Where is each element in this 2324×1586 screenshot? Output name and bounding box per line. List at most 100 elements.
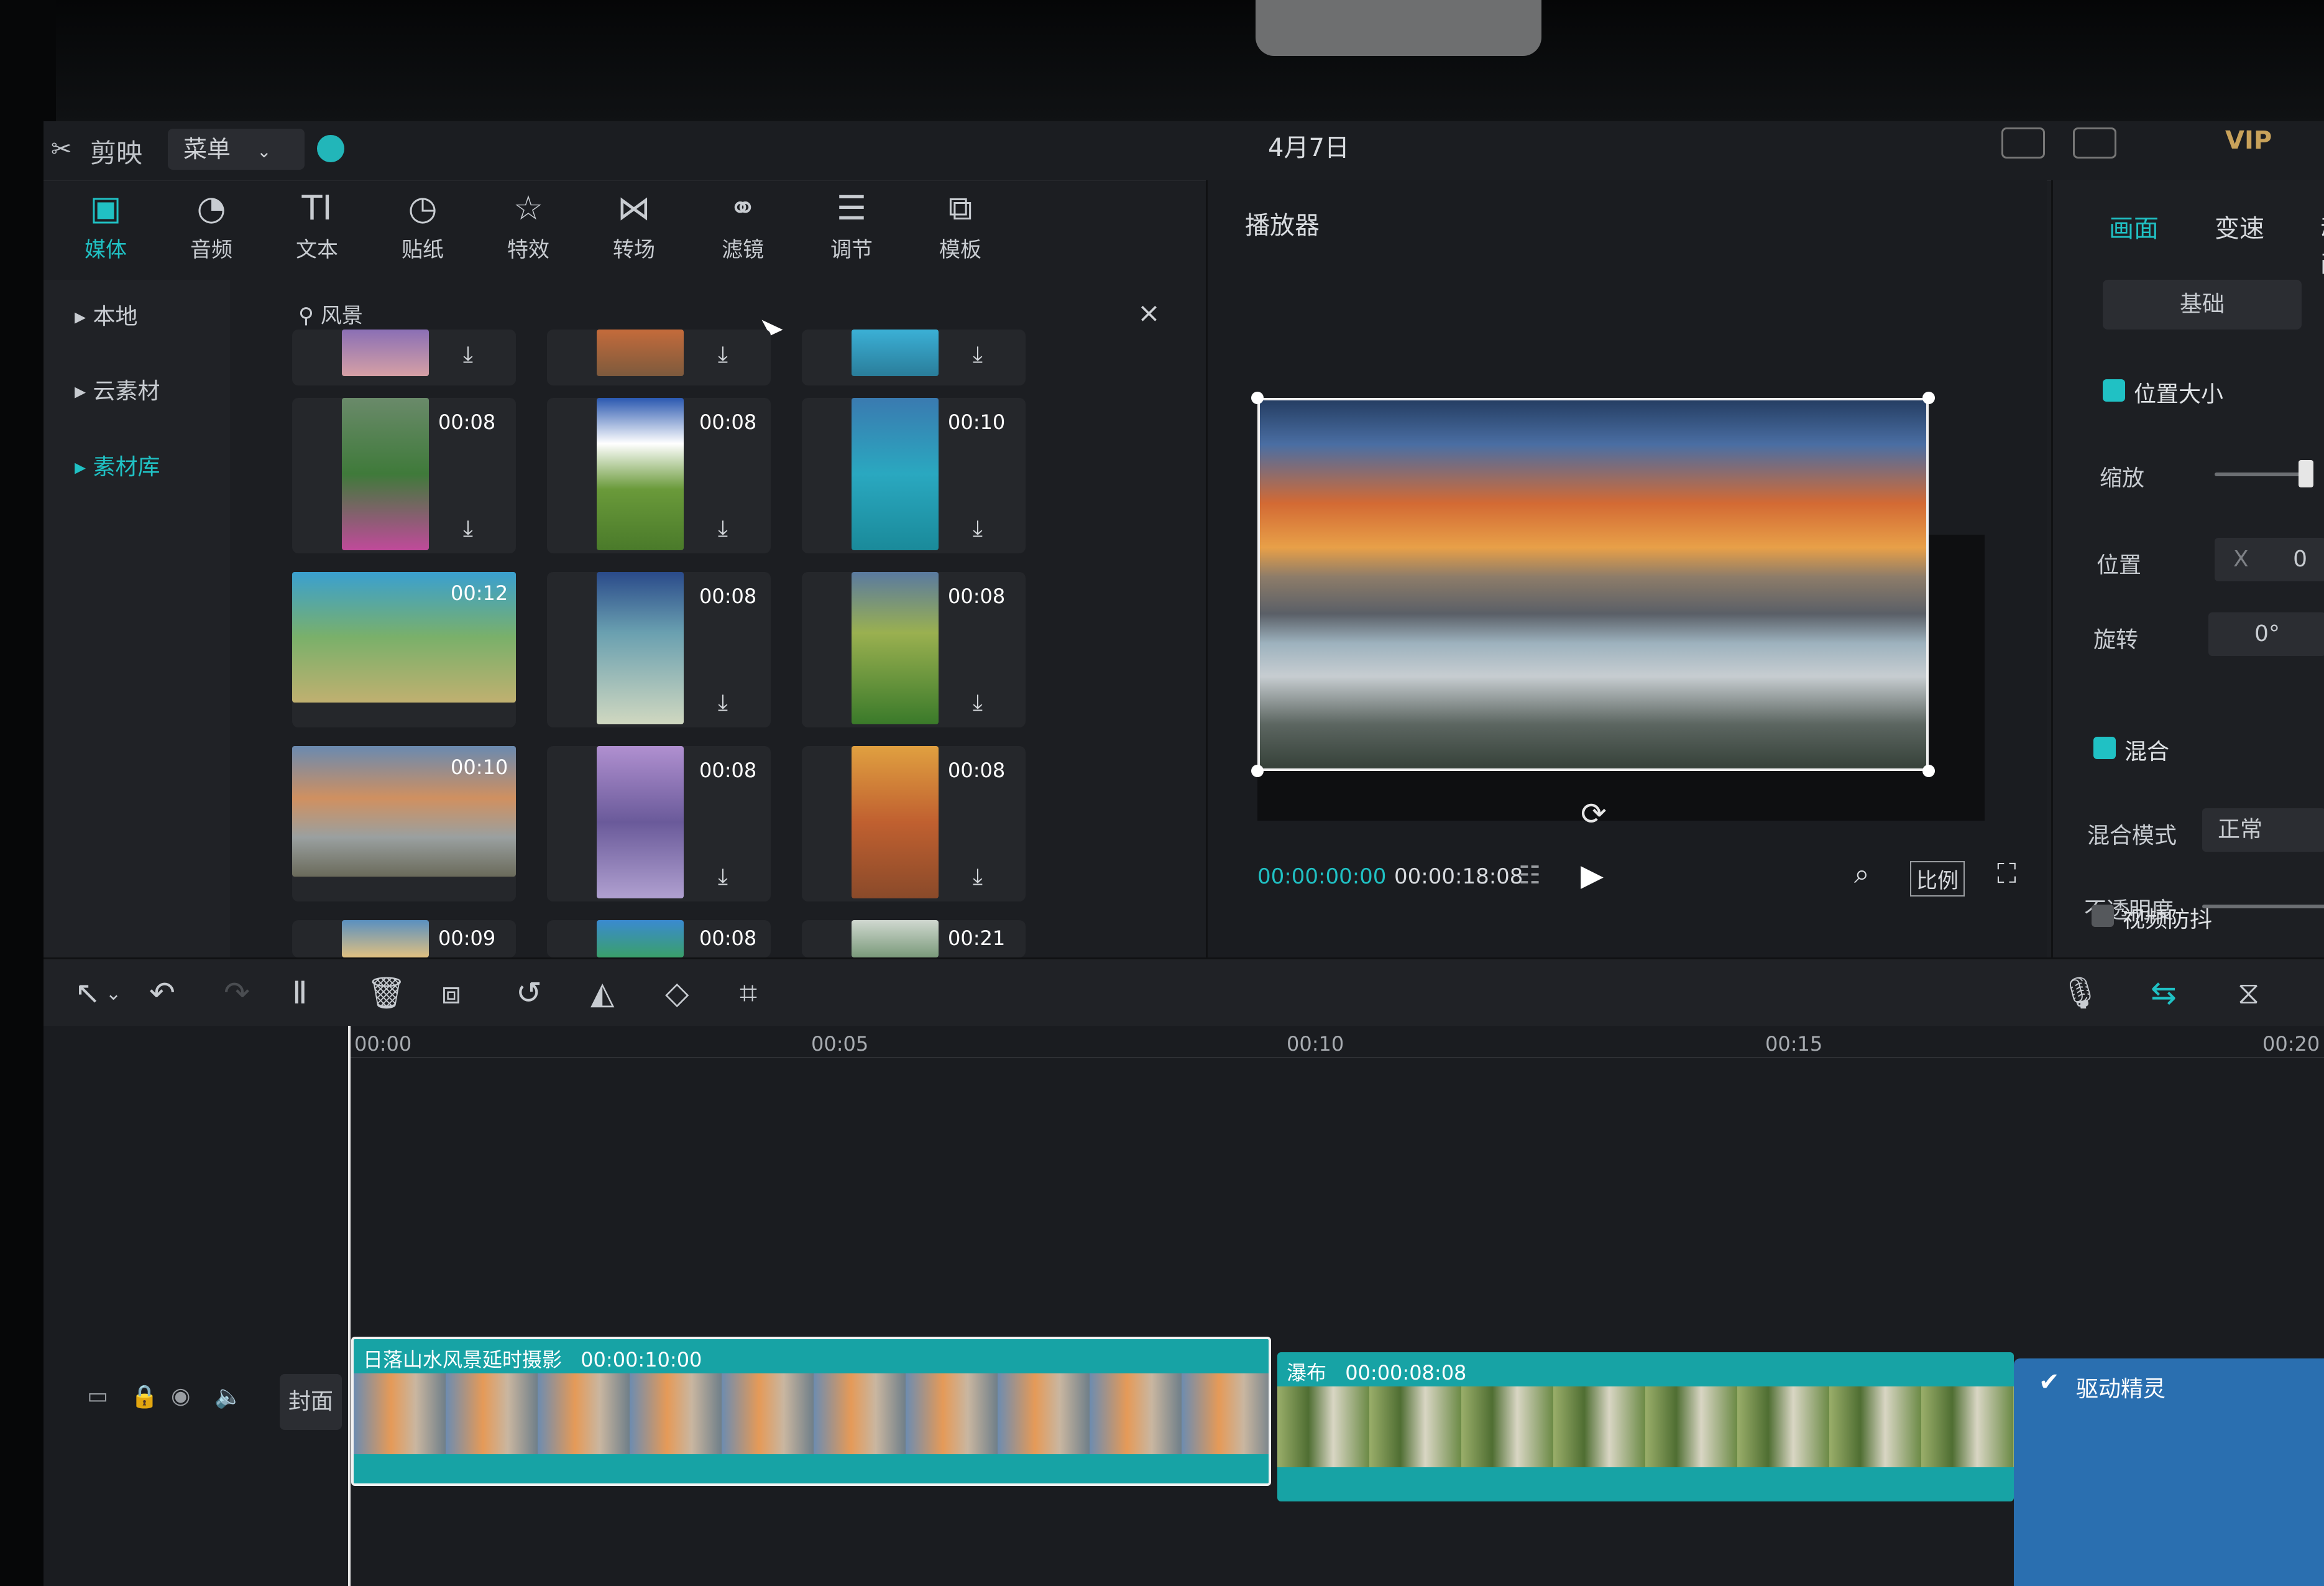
track-display-icon[interactable]: ▭ [87, 1383, 108, 1409]
tab-speed[interactable]: 变速 [2215, 208, 2264, 244]
position-x-field[interactable]: X 0 [2215, 538, 2324, 581]
tab-audio[interactable]: ◔ 音频 [162, 180, 261, 280]
tab-media[interactable]: ▣ 媒体 [56, 180, 155, 280]
media-item[interactable]: ⤓ [292, 330, 516, 385]
ratio-button[interactable]: 比例 [1910, 861, 1965, 897]
media-item[interactable]: 00:09 [292, 920, 516, 957]
tab-text[interactable]: TI 文本 [267, 180, 367, 280]
resize-handle[interactable] [1922, 392, 1935, 404]
search-input[interactable]: ⚲ 风景 [298, 298, 363, 329]
timeline-toolbar: ↖ ⌄ ↶ ↷ Ⅱ 🗑 ⧈ ↺ ◭ ◇ ⌗ 🎙 ⇆ ⧖ [44, 957, 2324, 1028]
play-icon[interactable]: ▶ [1581, 858, 1604, 893]
download-icon[interactable]: ⤓ [973, 516, 983, 542]
download-icon[interactable]: ⤓ [718, 690, 728, 716]
driver-assistant-popup[interactable]: ✔ 驱动精灵 [2014, 1358, 2324, 1586]
download-icon[interactable]: ⤓ [718, 342, 728, 368]
ruler-label: 00:20 [2262, 1032, 2320, 1056]
timeline-clip[interactable]: 瀑布 00:00:08:08 [1277, 1352, 2014, 1501]
tab-transition[interactable]: ⋈ 转场 [584, 180, 684, 280]
video-preview[interactable] [1257, 398, 1929, 771]
tab-adjust[interactable]: ☰ 调节 [802, 180, 901, 280]
visibility-icon[interactable]: ◉ [171, 1383, 190, 1409]
category-cloud[interactable]: ▸ 云素材 [75, 367, 218, 417]
vip-badge[interactable]: VIP [2225, 126, 2272, 155]
tab-label: 媒体 [85, 237, 127, 262]
playhead[interactable] [348, 1026, 351, 1586]
download-icon[interactable]: ⤓ [973, 690, 983, 716]
media-duration: 00:08 [699, 584, 757, 608]
minimize-window-icon[interactable] [2001, 127, 2045, 159]
reverse-icon[interactable]: ↺ [516, 975, 542, 1011]
blend-checkbox[interactable] [2093, 737, 2116, 759]
media-item[interactable]: 00:08 ⤓ [547, 572, 771, 727]
download-icon[interactable]: ⤓ [973, 864, 983, 890]
fullscreen-icon[interactable]: ⛶ [1997, 858, 2016, 890]
media-item[interactable]: 00:08 ⤓ [292, 398, 516, 553]
menu-button[interactable]: 菜单 ⌄ [168, 129, 305, 170]
rotate-clip-icon[interactable]: ◇ [665, 975, 689, 1011]
mirror-icon[interactable]: ◭ [590, 975, 614, 1011]
timeline-clip[interactable]: 日落山水风景延时摄影 00:00:10:00 [351, 1337, 1271, 1486]
basic-subtab[interactable]: 基础 [2103, 280, 2302, 330]
media-item[interactable]: ⤓ [547, 330, 771, 385]
undo-icon[interactable]: ↶ [149, 975, 175, 1011]
tab-animation[interactable]: 动画 [2320, 208, 2324, 280]
cover-button[interactable]: 封面 [280, 1374, 342, 1430]
close-search-icon[interactable]: × [1137, 297, 1160, 329]
main-track-magnet-icon[interactable]: ⇆ [2151, 975, 2177, 1011]
tab-filter[interactable]: ⚭ 滤镜 [693, 180, 792, 280]
lock-icon[interactable]: 🔒 [131, 1383, 158, 1409]
cloud-sync-icon[interactable] [317, 135, 344, 162]
microphone-icon[interactable]: 🎙 [2060, 975, 2100, 1012]
media-item[interactable]: 00:08 [547, 920, 771, 957]
zoom-fit-icon[interactable]: ⌕ [1854, 858, 1870, 890]
checkmark-icon: ✔ [2039, 1368, 2060, 1396]
media-item[interactable]: ⤓ [802, 330, 1026, 385]
download-icon[interactable]: ⤓ [718, 516, 728, 542]
scale-slider[interactable] [2215, 473, 2308, 476]
category-library[interactable]: ▸ 素材库 [75, 443, 218, 492]
media-item[interactable]: 00:08 ⤓ [547, 746, 771, 901]
mute-icon[interactable]: 🔈 [214, 1383, 242, 1409]
media-item[interactable]: 00:08 ⤓ [802, 572, 1026, 727]
media-item[interactable]: 00:10 [292, 746, 516, 901]
resize-handle[interactable] [1251, 392, 1264, 404]
rotate-icon[interactable]: ⟳ [1581, 796, 1607, 832]
layout-window-icon[interactable] [2073, 127, 2116, 159]
delete-icon[interactable]: 🗑 [367, 975, 406, 1012]
media-item[interactable]: 00:21 [802, 920, 1026, 957]
category-local[interactable]: ▸ 本地 [75, 292, 218, 342]
tab-effects[interactable]: ☆ 特效 [479, 180, 578, 280]
download-icon[interactable]: ⤓ [463, 342, 473, 368]
timecode-list-icon[interactable]: ☷ [1518, 861, 1541, 890]
resize-handle[interactable] [1922, 765, 1935, 777]
chevron-down-icon[interactable]: ⌄ [106, 983, 121, 1005]
opacity-slider[interactable] [2202, 905, 2324, 908]
media-item[interactable]: 00:08 ⤓ [802, 746, 1026, 901]
download-icon[interactable]: ⤓ [718, 864, 728, 890]
snap-icon[interactable]: ⧖ [2238, 975, 2259, 1012]
split-icon[interactable]: Ⅱ [292, 975, 308, 1011]
media-item[interactable]: 00:12 [292, 572, 516, 727]
blend-mode-select[interactable]: 正常 [2202, 808, 2324, 852]
crop-icon[interactable]: ⌗ [740, 975, 757, 1012]
download-icon[interactable]: ⤓ [973, 342, 983, 368]
media-thumbnail [852, 572, 939, 724]
rotation-field[interactable]: 0° [2208, 612, 2324, 656]
media-toolbar: ▣ 媒体 ◔ 音频 TI 文本 ◷ 贴纸 ☆ 特效 ⋈ 转场 ⚭ 滤镜 ☰ 调节 [44, 180, 1200, 280]
select-tool-icon[interactable]: ↖ [75, 975, 101, 1011]
download-icon[interactable]: ⤓ [463, 516, 473, 542]
search-query: 风景 [320, 303, 363, 328]
stabilize-checkbox[interactable] [2092, 905, 2114, 927]
freeze-frame-icon[interactable]: ⧈ [441, 975, 461, 1012]
tab-picture[interactable]: 画面 [2109, 208, 2159, 244]
tab-sticker[interactable]: ◷ 贴纸 [373, 180, 472, 280]
tab-template[interactable]: ⧉ 模板 [911, 180, 1010, 280]
position-size-checkbox[interactable] [2103, 379, 2125, 402]
resize-handle[interactable] [1251, 765, 1264, 777]
media-item[interactable]: 00:08 ⤓ [547, 398, 771, 553]
media-item[interactable]: 00:10 ⤓ [802, 398, 1026, 553]
ruler-label: 00:15 [1765, 1032, 1823, 1056]
project-title[interactable]: 4月7日 [1268, 127, 1349, 164]
scale-slider-thumb[interactable] [2299, 460, 2313, 487]
